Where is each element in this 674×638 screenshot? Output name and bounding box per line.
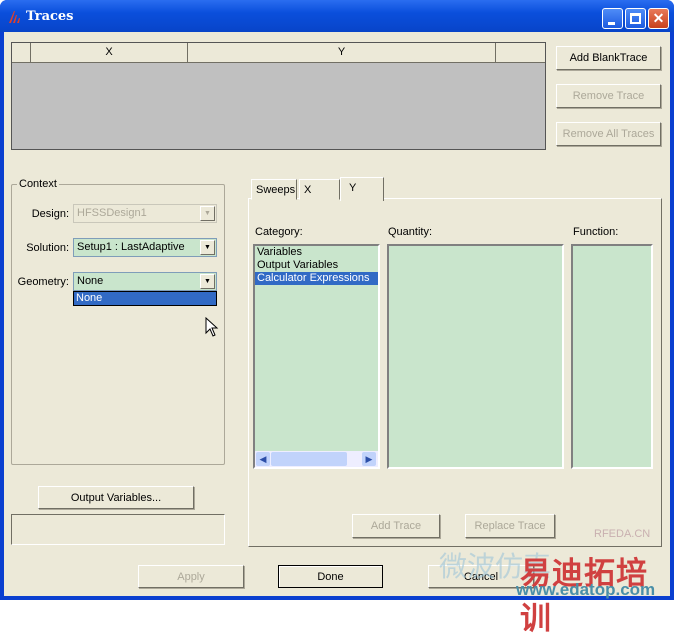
- context-legend: Context: [17, 178, 59, 190]
- design-value: HFSSDesign1: [77, 207, 147, 219]
- geometry-value: None: [77, 275, 104, 287]
- cancel-button[interactable]: Cancel: [428, 565, 534, 588]
- solution-combo[interactable]: Setup1 : LastAdaptive ▼: [73, 238, 217, 257]
- function-list[interactable]: [571, 244, 653, 469]
- column-header-y[interactable]: Y: [188, 43, 496, 62]
- context-group: [11, 184, 225, 465]
- category-item-calculator-expressions[interactable]: Calculator Expressions: [255, 272, 378, 285]
- remove-all-traces-button[interactable]: Remove All Traces: [556, 122, 661, 146]
- watermark-brand: 易迪拓培训: [520, 556, 648, 636]
- app-logo-icon: [9, 11, 20, 23]
- scroll-right-icon[interactable]: ▶: [362, 452, 376, 466]
- replace-trace-button[interactable]: Replace Trace: [465, 514, 555, 538]
- add-blank-trace-button[interactable]: Add BlankTrace: [556, 46, 661, 70]
- column-header-x[interactable]: X: [31, 43, 188, 62]
- window-title: Traces: [26, 9, 74, 24]
- table-header: X Y: [12, 43, 545, 63]
- category-item-variables[interactable]: Variables: [255, 246, 378, 259]
- solution-label: Solution:: [26, 242, 69, 254]
- tab-y[interactable]: Y: [340, 177, 384, 201]
- dialog-client: X Y Add BlankTrace Remove Trace Remove A…: [4, 32, 670, 636]
- add-trace-button[interactable]: Add Trace: [352, 514, 440, 538]
- row-header-corner: [12, 43, 31, 62]
- chevron-down-icon[interactable]: ▼: [200, 240, 215, 255]
- category-list[interactable]: Variables Output Variables Calculator Ex…: [253, 244, 380, 469]
- design-label: Design:: [31, 208, 69, 220]
- quantity-list[interactable]: [387, 244, 564, 469]
- category-label: Category:: [255, 226, 303, 238]
- solution-value: Setup1 : LastAdaptive: [77, 241, 185, 253]
- title-bar[interactable]: Traces ✕: [0, 0, 674, 32]
- remove-trace-button[interactable]: Remove Trace: [556, 84, 661, 108]
- done-button[interactable]: Done: [278, 565, 383, 588]
- quantity-label: Quantity:: [388, 226, 433, 238]
- geometry-option-none[interactable]: None: [73, 291, 217, 306]
- apply-button[interactable]: Apply: [138, 565, 244, 588]
- status-textbox: [11, 514, 225, 545]
- design-combo[interactable]: HFSSDesign1 ▼: [73, 204, 217, 223]
- scroll-left-icon[interactable]: ◀: [256, 452, 270, 466]
- chevron-down-icon: ▼: [200, 206, 215, 221]
- chevron-down-icon[interactable]: ▼: [200, 274, 215, 289]
- mouse-cursor-icon: [205, 317, 219, 337]
- maximize-button[interactable]: [625, 8, 646, 29]
- tab-sweeps[interactable]: Sweeps: [251, 179, 297, 200]
- output-variables-button[interactable]: Output Variables...: [38, 486, 194, 509]
- traces-table[interactable]: X Y: [11, 42, 546, 150]
- tab-x[interactable]: X: [299, 179, 340, 200]
- horizontal-scrollbar[interactable]: ◀ ▶: [255, 451, 378, 467]
- scroll-thumb[interactable]: [271, 452, 347, 466]
- close-button[interactable]: ✕: [648, 8, 669, 29]
- watermark-url: www.edatop.com: [516, 580, 656, 599]
- minimize-button[interactable]: [602, 8, 623, 29]
- category-item-output-variables[interactable]: Output Variables: [255, 259, 378, 272]
- traces-window: Traces ✕ X Y Add BlankTrace Remove Trace…: [0, 0, 674, 636]
- geometry-combo[interactable]: None ▼: [73, 272, 217, 291]
- geometry-label: Geometry:: [17, 276, 69, 288]
- function-label: Function:: [573, 226, 619, 238]
